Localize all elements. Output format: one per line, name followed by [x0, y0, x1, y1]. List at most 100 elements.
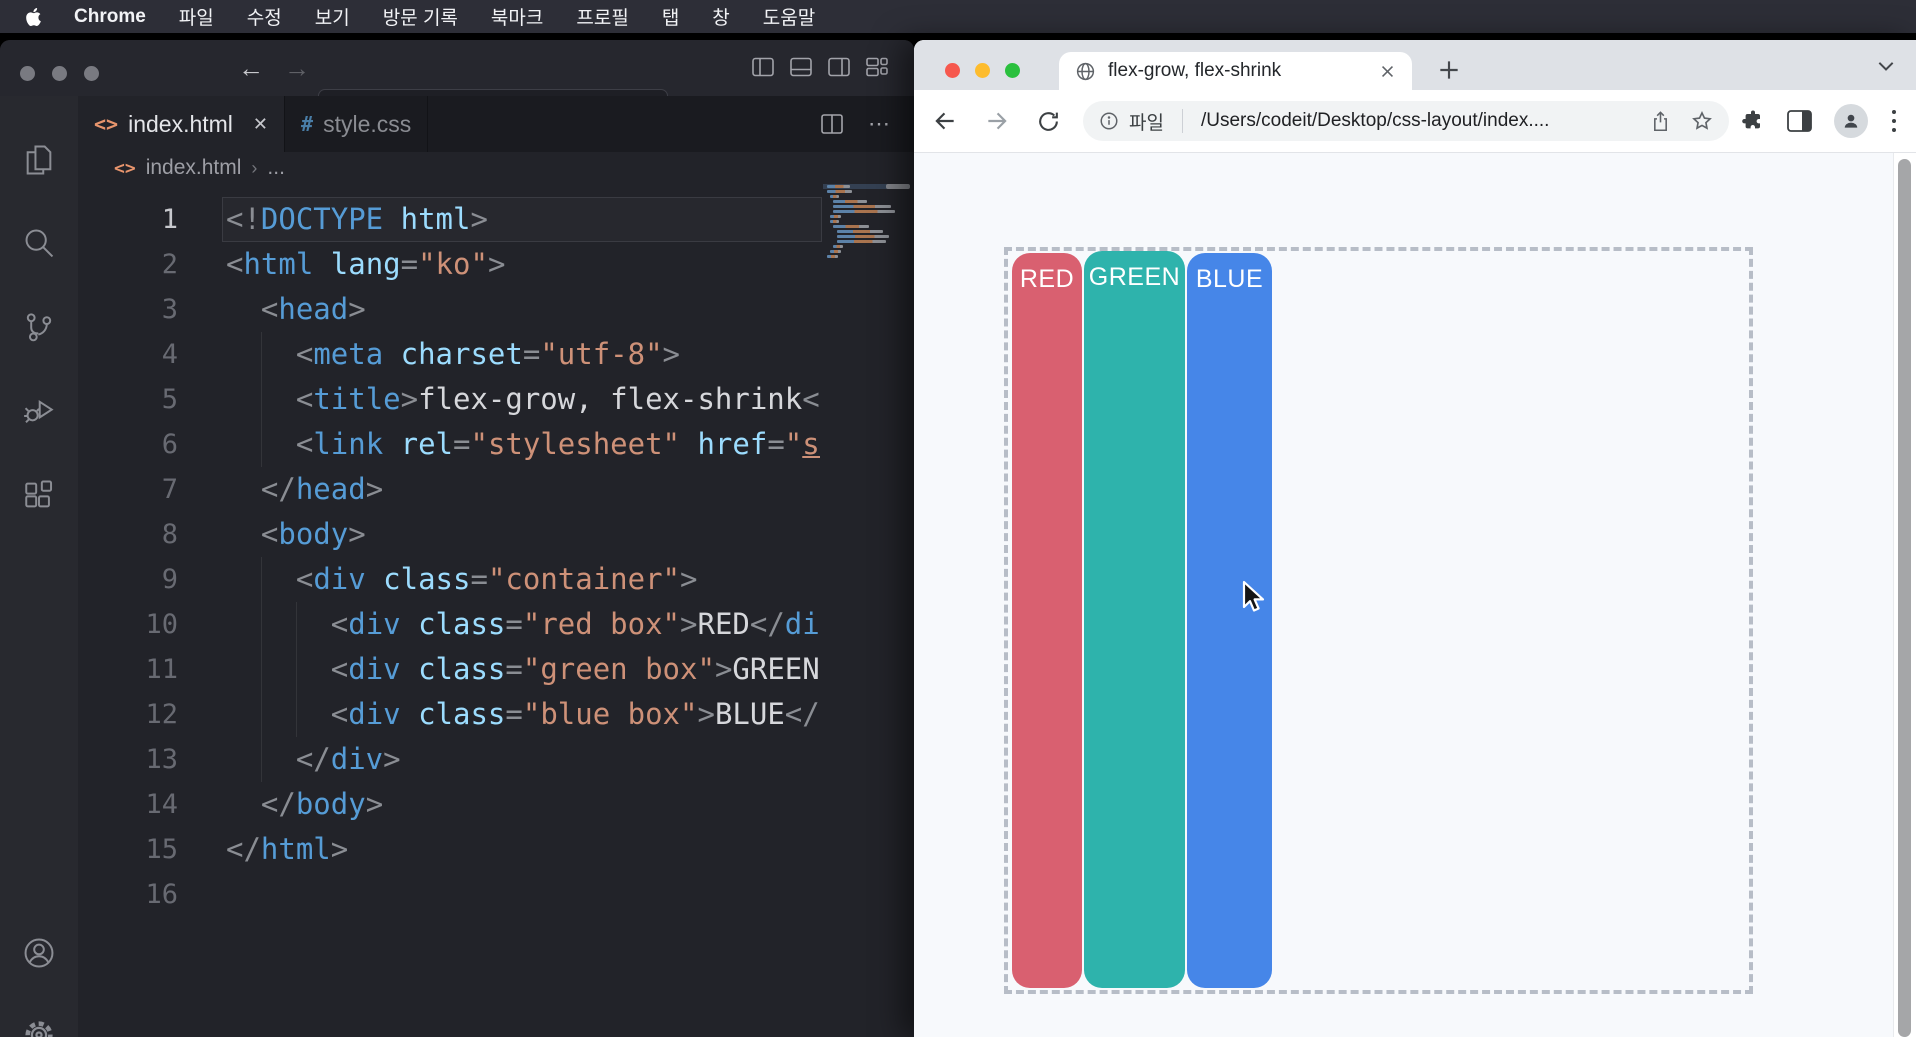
account-icon[interactable]: [22, 936, 56, 970]
code-lines: <!DOCTYPE html> <html lang="ko"> <head> <…: [226, 197, 820, 917]
scheme-chip[interactable]: 파일: [1129, 108, 1164, 135]
bookmark-star-icon[interactable]: [1691, 110, 1713, 132]
breadcrumb-file[interactable]: index.html: [146, 156, 242, 180]
profile-avatar[interactable]: [1834, 104, 1868, 138]
toggle-panel-icon[interactable]: [790, 57, 812, 77]
box-label: BLUE: [1195, 265, 1264, 293]
scrollbar-thumb[interactable]: [1898, 159, 1911, 1037]
browser-tab[interactable]: flex-grow, flex-shrink: [1059, 52, 1412, 90]
reload-icon[interactable]: [1036, 109, 1061, 134]
menu-dots-icon[interactable]: [1890, 108, 1898, 134]
mouse-cursor: [1242, 580, 1265, 612]
vscode-titlebar: ← → css-layout: [0, 40, 914, 127]
split-editor-icon[interactable]: [820, 113, 844, 135]
blue-box: BLUE: [1187, 253, 1272, 988]
indent-guide: [260, 647, 262, 692]
indent-guide: [260, 377, 262, 422]
breadcrumb-more[interactable]: ...: [267, 156, 285, 180]
line-number: 6: [161, 429, 178, 460]
chrome-toolbar: 파일 /Users/codeit/Desktop/css-layout/inde…: [914, 90, 1916, 152]
close-tab-icon[interactable]: ✕: [253, 114, 268, 135]
line-number: 7: [161, 474, 178, 505]
back-icon[interactable]: [932, 108, 958, 134]
red-box: RED: [1012, 253, 1082, 988]
menubar-item[interactable]: 탭: [662, 3, 679, 30]
macos-menubar: Chrome 파일 수정 보기 방문 기록 북마크 프로필 탭 창 도움말: [0, 0, 1916, 33]
menubar-item[interactable]: 방문 기록: [383, 3, 458, 30]
line-number: 14: [145, 789, 178, 820]
line-numbers: 1 2 3 4 5 6 7 8 9 10 11 12 13 14 15 16: [100, 197, 178, 917]
code-line: </body>: [260, 787, 384, 821]
indent-guide: [260, 557, 262, 602]
chrome-tab-strip: flex-grow, flex-shrink: [914, 40, 1916, 90]
toggle-sidebar-left-icon[interactable]: [752, 57, 774, 77]
tab-style-css[interactable]: # style.css: [285, 96, 429, 152]
code-line: <!DOCTYPE html>: [226, 202, 488, 236]
window-close-button[interactable]: [945, 63, 960, 78]
indent-guide: [260, 737, 262, 782]
share-icon[interactable]: [1650, 110, 1671, 133]
toggle-sidebar-right-icon[interactable]: [828, 57, 850, 77]
extensions-icon[interactable]: [22, 478, 56, 512]
code-line: </head>: [260, 472, 384, 506]
menubar-item[interactable]: 수정: [247, 3, 282, 30]
run-debug-icon[interactable]: [22, 394, 56, 428]
code-line: <body>: [260, 517, 366, 551]
window-minimize-button[interactable]: [975, 63, 990, 78]
line-number: 10: [145, 609, 178, 640]
window-zoom-button[interactable]: [1005, 63, 1020, 78]
line-number: 3: [161, 294, 178, 325]
forward-icon[interactable]: [984, 108, 1010, 134]
explorer-icon[interactable]: [22, 143, 56, 177]
apple-menu-icon[interactable]: [26, 7, 41, 26]
code-line: <meta charset="utf-8">: [226, 332, 820, 377]
menubar-item[interactable]: 보기: [315, 3, 350, 30]
code-line: <div class="blue box">BLUE</div>: [226, 692, 820, 737]
window-close-button[interactable]: [20, 66, 35, 81]
globe-favicon: [1076, 62, 1095, 80]
box-label: GREEN: [1088, 263, 1181, 291]
breadcrumb[interactable]: <> index.html › ...: [78, 152, 914, 184]
indent-guide: [295, 692, 297, 737]
side-panel-icon[interactable]: [1787, 110, 1812, 132]
code-editor[interactable]: 1 2 3 4 5 6 7 8 9 10 11 12 13 14 15 16 <!DOCTYPE html> <…: [78, 184, 914, 1037]
menubar-item[interactable]: 파일: [179, 3, 214, 30]
window-minimize-button[interactable]: [52, 66, 67, 81]
search-icon[interactable]: [22, 226, 56, 260]
window-zoom-button[interactable]: [84, 66, 99, 81]
code-line: <div class="container">: [226, 557, 820, 602]
tab-label: index.html: [128, 110, 233, 137]
url-text[interactable]: /Users/codeit/Desktop/css-layout/index..…: [1201, 110, 1632, 132]
source-control-icon[interactable]: [22, 310, 56, 344]
vscode-window: ← → css-layout <> index.html ✕ #: [0, 40, 914, 1037]
indent-guide: [260, 692, 262, 737]
extensions-puzzle-icon[interactable]: [1741, 109, 1765, 133]
editor-back-icon[interactable]: ←: [238, 53, 264, 84]
settings-gear-icon[interactable]: [22, 1018, 56, 1037]
chrome-window: flex-grow, flex-shrink 파일 /Users/codeit/…: [914, 40, 1916, 1037]
html-file-icon: <>: [114, 157, 136, 179]
scrollbar-indicator[interactable]: [886, 184, 910, 189]
new-tab-icon[interactable]: [1436, 57, 1462, 83]
line-number: 11: [145, 654, 178, 685]
more-actions-icon[interactable]: ⋯: [868, 111, 890, 137]
page-scrollbar[interactable]: [1893, 153, 1916, 1037]
menubar-item[interactable]: 프로필: [576, 3, 628, 30]
site-info-icon[interactable]: [1099, 111, 1119, 131]
minimap[interactable]: [823, 184, 905, 280]
menubar-item[interactable]: 도움말: [763, 3, 815, 30]
menubar-item[interactable]: 북마크: [491, 3, 543, 30]
tab-index-html[interactable]: <> index.html ✕: [78, 96, 286, 152]
tab-search-chevron-icon[interactable]: [1876, 60, 1896, 74]
line-number: 16: [145, 879, 178, 910]
menubar-item[interactable]: 창: [712, 3, 729, 30]
indent-guide: [260, 422, 262, 467]
address-bar[interactable]: 파일 /Users/codeit/Desktop/css-layout/inde…: [1083, 101, 1729, 141]
customize-layout-icon[interactable]: [866, 57, 888, 77]
close-tab-icon[interactable]: [1379, 63, 1396, 80]
editor-forward-icon[interactable]: →: [284, 53, 310, 84]
line-number: 13: [145, 744, 178, 775]
line-number: 5: [161, 384, 178, 415]
menubar-app-name[interactable]: Chrome: [74, 6, 146, 28]
